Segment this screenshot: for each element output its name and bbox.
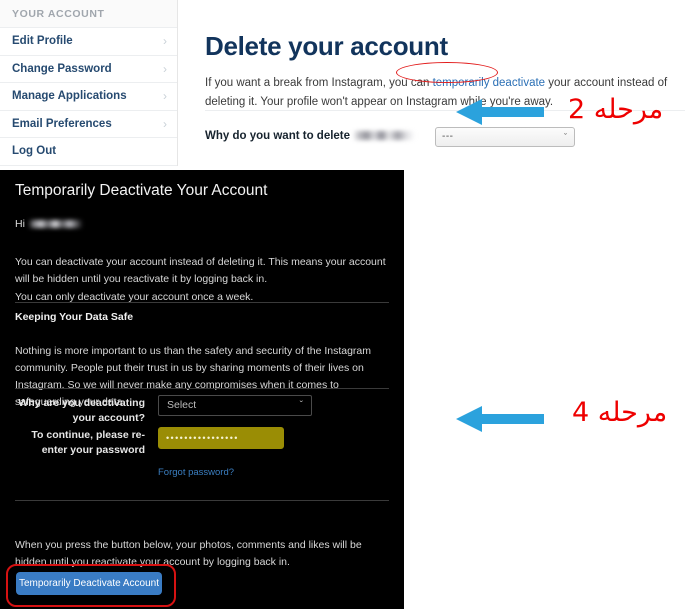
step2-arrow-icon [456, 99, 544, 125]
deactivate-panel-title: Temporarily Deactivate Your Account [15, 182, 268, 199]
intro-text-before: If you want a break from Instagram, you … [205, 76, 433, 89]
account-sidebar: YOUR ACCOUNT Edit Profile › Change Passw… [0, 0, 178, 166]
greeting-line: Hi [15, 218, 83, 230]
sidebar-item-label: Manage Applications [12, 90, 127, 102]
deactivate-reason-select-value: Select [167, 399, 197, 411]
forgot-password-link[interactable]: Forgot password? [158, 467, 234, 478]
panel-divider-3 [15, 500, 389, 501]
sidebar-item-edit-profile[interactable]: Edit Profile › [0, 28, 177, 56]
delete-reason-label: Why do you want to delete [205, 130, 416, 142]
sidebar-item-label: Change Password [12, 62, 112, 75]
delete-reason-select-value: --- [442, 131, 454, 142]
panel-divider-2 [15, 388, 389, 389]
sidebar-item-label: Log Out [12, 145, 57, 157]
deactivate-paragraph-1: You can deactivate your account instead … [15, 255, 386, 285]
chevron-down-icon: ˇ [299, 400, 303, 411]
step4-arrow-icon [456, 406, 544, 432]
delete-reason-label-text: Why do you want to delete [205, 130, 351, 142]
sidebar-item-log-out[interactable]: Log Out [0, 138, 177, 166]
sidebar-item-label: Email Preferences [12, 117, 112, 130]
chevron-right-icon: › [163, 61, 167, 76]
password-input[interactable]: •••••••••••••••• [158, 427, 284, 449]
keeping-data-safe-heading: Keeping Your Data Safe [15, 311, 134, 323]
chevron-right-icon: › [163, 34, 167, 48]
password-field-label: To continue, please re-enter your passwo… [31, 429, 145, 456]
page-title: Delete your account [205, 31, 448, 62]
temporarily-deactivate-account-button[interactable]: Temporarily Deactivate Account [16, 572, 162, 595]
sidebar-item-manage-applications[interactable]: Manage Applications › [0, 83, 177, 111]
deactivate-paragraph-4: When you press the button below, your ph… [15, 538, 362, 568]
sidebar-header: YOUR ACCOUNT [0, 0, 177, 28]
temporarily-deactivate-link[interactable]: temporarily deactivate [433, 77, 546, 89]
chevron-right-icon: › [163, 116, 167, 131]
step2-annotation-text: مرحله 2 [568, 94, 664, 125]
panel-divider-1 [15, 302, 389, 303]
sidebar-item-label: Edit Profile [12, 35, 73, 47]
deactivate-reason-select[interactable]: Select ˇ [158, 395, 312, 416]
chevron-right-icon: › [163, 89, 167, 103]
greeting-text: Hi [15, 218, 25, 230]
blurred-username [27, 220, 83, 229]
blurred-username [353, 131, 416, 141]
sidebar-item-change-password[interactable]: Change Password › [0, 55, 177, 83]
delete-reason-select[interactable]: --- ˇ [435, 127, 575, 147]
step4-annotation-text: مرحله 4 [572, 397, 668, 428]
sidebar-item-email-preferences[interactable]: Email Preferences › [0, 110, 177, 138]
deactivate-reason-label: Why are you deactivating your account? [18, 397, 145, 424]
temporarily-deactivate-panel: Temporarily Deactivate Your Account Hi Y… [0, 170, 404, 609]
chevron-down-icon: ˇ [564, 132, 567, 142]
